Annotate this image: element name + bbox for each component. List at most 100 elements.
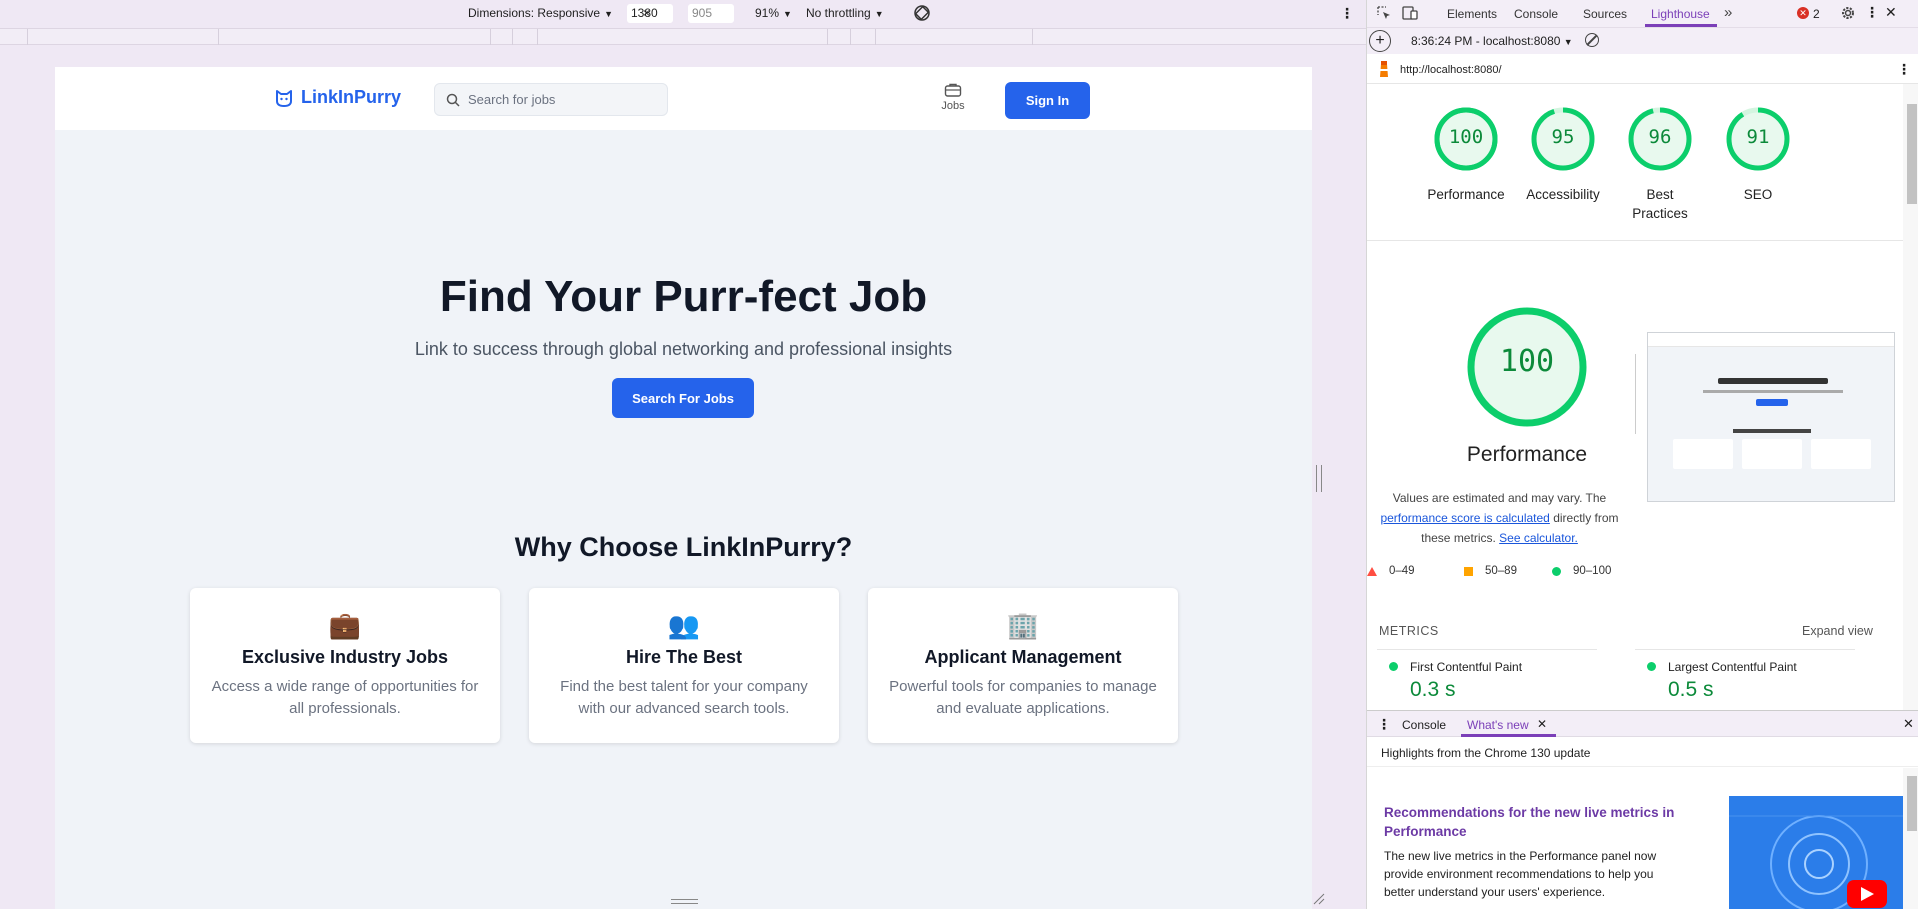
report-scrollbar[interactable] <box>1903 84 1918 710</box>
cat-icon <box>276 89 292 107</box>
why-choose-heading: Why Choose LinkInPurry? <box>514 532 853 562</box>
devtools-tab-bar: Elements Console Sources Lighthouse » ✕ … <box>1367 0 1918 27</box>
close-tab-icon[interactable]: ✕ <box>1537 717 1547 731</box>
whats-new-body: The new live metrics in the Performance … <box>1384 849 1657 899</box>
square-icon <box>1464 566 1473 576</box>
new-report-icon[interactable]: + <box>1369 30 1391 52</box>
performance-note: Values are estimated and may vary. The p… <box>1367 488 1632 548</box>
big-score-value: 100 <box>1499 344 1555 379</box>
caret-down-icon: ▼ <box>1563 37 1573 47</box>
good-indicator-icon <box>1647 662 1656 671</box>
drawer-tab-console[interactable]: Console <box>1402 718 1446 732</box>
tab-console[interactable]: Console <box>1514 7 1558 21</box>
big-score-label: Performance <box>1466 443 1588 466</box>
feature-title: Exclusive Industry Jobs <box>241 647 449 667</box>
error-icon[interactable]: ✕ <box>1797 7 1809 19</box>
score-value: 91 <box>1746 126 1770 148</box>
caret-down-icon: ▼ <box>604 9 613 19</box>
devtools-panel: Elements Console Sources Lighthouse » ✕ … <box>1366 0 1918 909</box>
feature-card: 🏢 Applicant Management Powerful tools fo… <box>868 588 1178 743</box>
feature-title: Hire The Best <box>625 647 743 667</box>
close-drawer-icon[interactable]: ✕ <box>1903 716 1914 732</box>
clear-icon[interactable] <box>1585 33 1599 47</box>
score-value: 95 <box>1551 126 1575 148</box>
note-text: Values are estimated and may vary. The <box>1392 491 1607 505</box>
good-indicator-icon <box>1389 662 1398 671</box>
media-query-ruler <box>0 28 1366 45</box>
tab-elements[interactable]: Elements <box>1447 7 1497 21</box>
feature-card: 👥 Hire The Best Find the best talent for… <box>529 588 839 743</box>
zoom-label: 91% <box>755 6 780 20</box>
report-selector[interactable]: 8:36:24 PM - localhost:8080 ▼ <box>1411 34 1573 48</box>
legend-poor: 0–49 <box>1367 565 1415 577</box>
see-calculator-link[interactable]: See calculator. <box>1499 531 1578 545</box>
legend-label: 0–49 <box>1389 565 1415 577</box>
more-options-icon[interactable]: ⋮ <box>1340 5 1354 22</box>
height-input[interactable]: 905 <box>688 4 734 23</box>
divider <box>1635 354 1636 434</box>
drawer-menu-icon[interactable]: ⋮ <box>1377 716 1391 733</box>
more-tabs-icon[interactable]: » <box>1724 4 1732 21</box>
job-search-box[interactable] <box>434 83 668 116</box>
performance-big-gauge: 100 Performance <box>1437 306 1617 467</box>
times-symbol: × <box>643 6 651 20</box>
metric-value: 0.3 s <box>1410 678 1456 701</box>
brand-name: LinkInPurry <box>301 87 402 107</box>
dimensions-dropdown[interactable]: Dimensions: Responsive ▼ <box>468 6 613 20</box>
device-toolbar-icon[interactable] <box>1402 6 1418 20</box>
metrics-heading: METRICS <box>1379 624 1439 638</box>
score-gauge-accessibility[interactable]: 95 Accessibility <box>1523 106 1603 204</box>
dimensions-label: Dimensions: Responsive <box>468 6 601 20</box>
tab-sources[interactable]: Sources <box>1583 7 1627 21</box>
feature-description: Access a wide range of opportunities for… <box>211 678 479 717</box>
circle-icon <box>1552 566 1561 576</box>
metric-fcp: First Contentful Paint 0.3 s <box>1377 649 1597 702</box>
expand-view-toggle[interactable]: Expand view <box>1802 624 1873 638</box>
page-screenshot-thumbnail[interactable] <box>1647 332 1895 502</box>
drawer-tab-whats-new[interactable]: What's new <box>1467 718 1529 732</box>
throttling-label: No throttling <box>806 6 871 20</box>
whats-new-video-thumbnail[interactable] <box>1729 796 1904 909</box>
score-gauge-performance[interactable]: 100 Performance <box>1426 106 1506 204</box>
feature-description: Powerful tools for companies to manage a… <box>889 678 1157 717</box>
triangle-icon <box>1367 566 1377 576</box>
score-gauge-seo[interactable]: 91 SEO <box>1718 106 1798 204</box>
legend-good: 90–100 <box>1552 565 1611 577</box>
nav-jobs-label: Jobs <box>941 100 965 112</box>
search-icon <box>446 93 460 107</box>
highlights-text: Highlights from the Chrome 130 update <box>1367 737 1918 767</box>
rotate-icon[interactable] <box>912 3 932 23</box>
score-gauge-best-practices[interactable]: 96 Best Practices <box>1620 106 1700 223</box>
metric-name: First Contentful Paint <box>1410 660 1523 674</box>
search-jobs-button[interactable]: Search For Jobs <box>612 378 754 418</box>
resize-handle-bottom[interactable] <box>671 899 698 904</box>
tab-lighthouse[interactable]: Lighthouse <box>1651 7 1710 21</box>
feature-card: 💼 Exclusive Industry Jobs Access a wide … <box>190 588 500 743</box>
close-icon[interactable]: ✕ <box>1885 4 1897 21</box>
throttling-dropdown[interactable]: No throttling ▼ <box>806 6 884 20</box>
error-count: 2 <box>1813 7 1820 21</box>
search-input[interactable] <box>468 92 648 107</box>
nav-jobs[interactable]: Jobs <box>933 82 973 112</box>
score-calculated-link[interactable]: performance score is calculated <box>1380 511 1549 525</box>
video-art <box>1729 815 1904 909</box>
resize-handle-right[interactable] <box>1316 465 1322 492</box>
caret-down-icon: ▼ <box>874 9 884 19</box>
more-options-icon[interactable]: ⋮ <box>1897 61 1911 78</box>
report-url[interactable]: http://localhost:8080/ <box>1400 64 1502 76</box>
resize-corner-icon[interactable] <box>1313 893 1325 905</box>
whats-new-title[interactable]: Recommendations for the new live metrics… <box>1384 803 1684 841</box>
score-value: 96 <box>1648 126 1672 148</box>
inspect-element-icon[interactable] <box>1377 6 1391 20</box>
more-options-icon[interactable]: ⋮ <box>1865 4 1879 21</box>
brand-logo[interactable]: LinkInPurry <box>274 87 401 108</box>
drawer-scrollbar[interactable] <box>1903 768 1918 909</box>
score-label: Best Practices <box>1632 187 1688 221</box>
score-label: Performance <box>1427 187 1505 202</box>
office-building-icon: 🏢 <box>1006 610 1040 640</box>
settings-gear-icon[interactable] <box>1840 5 1856 21</box>
drawer-tab-bar: ⋮ Console What's new ✕ ✕ <box>1367 711 1918 737</box>
zoom-dropdown[interactable]: 91% ▼ <box>755 6 792 20</box>
devtools-drawer: ⋮ Console What's new ✕ ✕ Highlights from… <box>1367 710 1918 909</box>
sign-in-button[interactable]: Sign In <box>1005 82 1090 119</box>
